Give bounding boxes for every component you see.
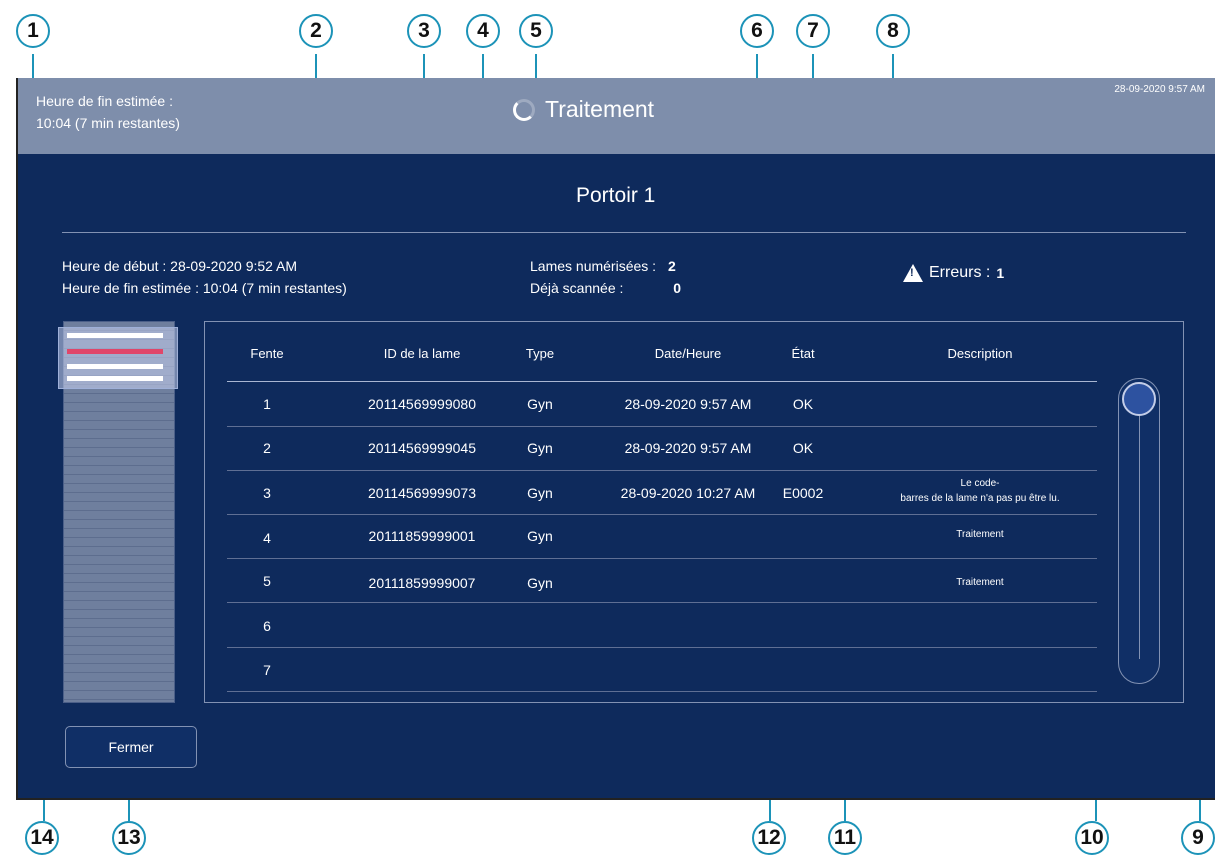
status-bar: Heure de fin estimée : 10:04 (7 min rest…	[18, 78, 1215, 154]
cell-state: OK	[792, 440, 814, 456]
time-info: Heure de début : 28-09-2020 9:52 AM Heur…	[62, 255, 347, 299]
screen-title-text: Traitement	[545, 96, 655, 122]
cell-state: OK	[792, 396, 814, 412]
table-scrollbar[interactable]	[1118, 378, 1160, 684]
cell-slot: 3	[263, 485, 271, 501]
cell-datetime: 28-09-2020 9:57 AM	[624, 396, 752, 412]
col-header-datetime: Date/Heure	[654, 346, 722, 361]
cell-slot: 5	[263, 573, 271, 589]
cell-description: Traitement	[956, 577, 1004, 588]
callout-1: 1	[16, 14, 50, 48]
rack-map[interactable]	[58, 321, 178, 703]
callout-7: 7	[796, 14, 830, 48]
cell-slide-id: 20114569999045	[368, 440, 476, 456]
callout-4: 4	[466, 14, 500, 48]
callout-2: 2	[299, 14, 333, 48]
callout-14: 14	[25, 821, 59, 855]
header-eta-label: Heure de fin estimée :	[36, 93, 173, 109]
cell-datetime: 28-09-2020 10:27 AM	[620, 485, 756, 501]
scrollbar-thumb[interactable]	[1122, 382, 1156, 416]
close-button[interactable]: Fermer	[65, 726, 197, 768]
cell-description-line: Le code-	[960, 478, 1000, 489]
rack-visible-window[interactable]	[58, 327, 178, 389]
scrollbar-track	[1139, 399, 1140, 659]
cell-state: E0002	[782, 485, 824, 501]
row-divider	[227, 514, 1097, 515]
cell-type: Gyn	[527, 528, 553, 544]
row-divider	[227, 602, 1097, 603]
spinner-icon	[513, 98, 535, 121]
scanned-label: Lames numérisées :	[530, 258, 657, 274]
callout-6: 6	[740, 14, 774, 48]
start-time: Heure de début : 28-09-2020 9:52 AM	[62, 258, 298, 274]
col-header-slide-id: ID de la lame	[383, 346, 461, 361]
callout-10: 10	[1075, 821, 1109, 855]
cell-type: Gyn	[527, 485, 553, 501]
cell-slide-id: 20111859999001	[368, 528, 476, 544]
cell-description: Traitement	[956, 529, 1004, 540]
callout-12: 12	[752, 821, 786, 855]
cell-slot: 1	[263, 396, 271, 412]
callout-13: 13	[112, 821, 146, 855]
rack-slot-line	[67, 364, 163, 369]
warning-icon	[903, 264, 923, 282]
col-header-slot: Fente	[250, 346, 284, 361]
rack-slot-error-line	[67, 349, 163, 354]
errors-count: 1	[996, 265, 1005, 281]
cell-datetime: 28-09-2020 9:57 AM	[624, 440, 752, 456]
scanned-count: 2	[667, 258, 676, 274]
cell-slot: 6	[263, 618, 271, 634]
divider	[62, 232, 1186, 233]
cell-type: Gyn	[527, 575, 553, 591]
errors-label: Erreurs :	[929, 264, 991, 281]
callout-8: 8	[876, 14, 910, 48]
row-divider	[227, 470, 1097, 471]
scan-counts: Lames numérisées : 2 Déjà scannée : 0	[530, 255, 681, 299]
cell-slot: 4	[263, 530, 271, 546]
already-scanned-count: 0	[673, 280, 682, 296]
rack-title: Portoir 1	[576, 184, 656, 207]
table-header-divider	[227, 381, 1097, 382]
cell-slide-id: 20111859999007	[368, 575, 476, 591]
header-eta-value: 10:04 (7 min restantes)	[36, 115, 180, 131]
row-divider	[227, 691, 1097, 692]
cell-slot: 7	[263, 662, 271, 678]
clock: 28-09-2020 9:57 AM	[1114, 84, 1205, 95]
cell-slide-id: 20114569999080	[368, 396, 476, 412]
callout-3: 3	[407, 14, 441, 48]
rack-slot-line	[67, 376, 163, 381]
slides-table: Fente ID de la lame Type Date/Heure État…	[204, 321, 1184, 703]
callout-11: 11	[828, 821, 862, 855]
row-divider	[227, 426, 1097, 427]
row-divider	[227, 558, 1097, 559]
processing-screen: Heure de fin estimée : 10:04 (7 min rest…	[16, 78, 1215, 800]
cell-type: Gyn	[527, 440, 553, 456]
cell-type: Gyn	[527, 396, 553, 412]
row-divider	[227, 647, 1097, 648]
header-eta: Heure de fin estimée : 10:04 (7 min rest…	[36, 90, 180, 134]
errors-indicator[interactable]: Erreurs : 1	[903, 264, 1004, 282]
cell-description-line: barres de la lame n'a pas pu être lu.	[900, 493, 1060, 504]
cell-description: Le code- barres de la lame n'a pas pu êt…	[900, 476, 1059, 506]
callout-9: 9	[1181, 821, 1215, 855]
screen-title: Traitement	[513, 96, 654, 123]
already-scanned-label: Déjà scannée :	[530, 280, 624, 296]
col-header-type: Type	[525, 346, 555, 361]
cell-slide-id: 20114569999073	[368, 485, 476, 501]
end-time: Heure de fin estimée : 10:04 (7 min rest…	[62, 280, 347, 296]
callout-5: 5	[519, 14, 553, 48]
rack-slot-line	[67, 333, 163, 338]
col-header-description: Description	[947, 346, 1013, 361]
col-header-state: État	[791, 346, 815, 361]
cell-slot: 2	[263, 440, 271, 456]
